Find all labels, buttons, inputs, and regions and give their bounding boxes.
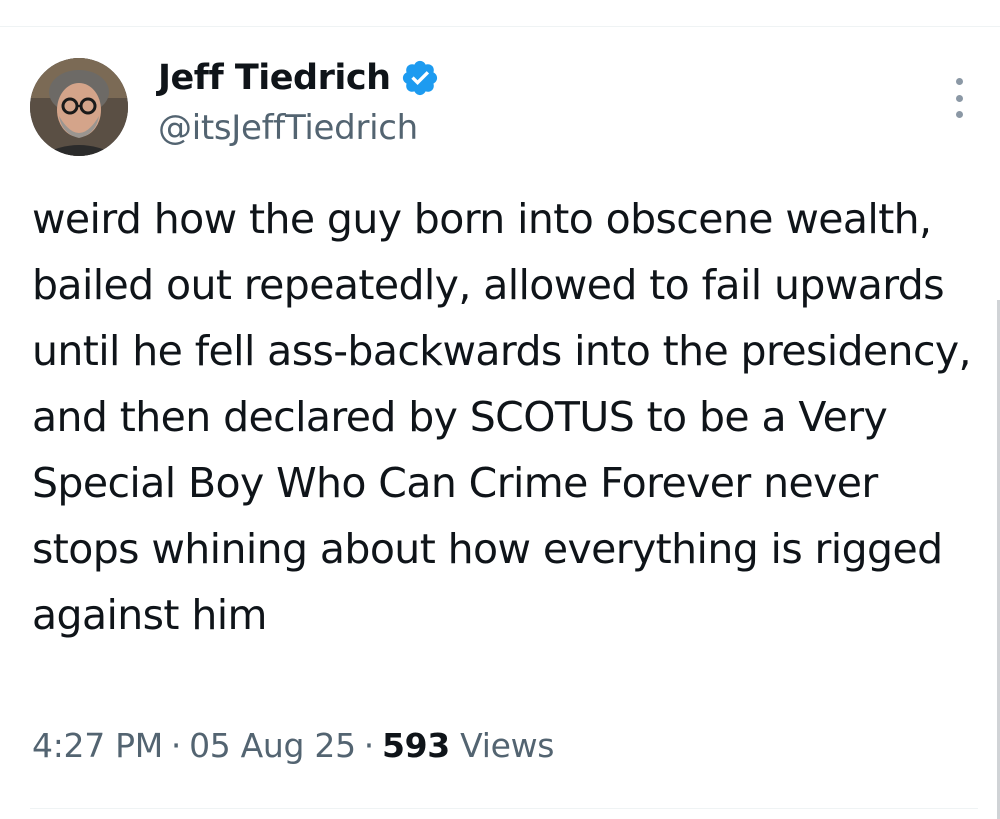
tweet-date[interactable]: 05 Aug 25: [189, 726, 356, 765]
meta-separator: ·: [170, 726, 182, 765]
verified-badge-icon[interactable]: [400, 58, 440, 98]
meta-separator: ·: [363, 726, 375, 765]
name-row: Jeff Tiedrich: [158, 54, 440, 102]
more-options-icon-dot: [955, 111, 963, 118]
bottom-divider: [30, 808, 978, 809]
top-divider: [0, 26, 1000, 27]
more-options-button[interactable]: [945, 78, 973, 118]
author-block: Jeff Tiedrich @itsJeffTiedrich: [158, 54, 440, 148]
handle[interactable]: @itsJeffTiedrich: [158, 108, 440, 148]
tweet-text: weird how the guy born into obscene weal…: [32, 195, 972, 639]
tweet-time[interactable]: 4:27 PM: [32, 726, 163, 765]
avatar[interactable]: [30, 58, 128, 156]
views-count[interactable]: 593: [382, 726, 450, 765]
more-options-icon: [955, 78, 963, 85]
display-name[interactable]: Jeff Tiedrich: [158, 58, 391, 98]
tweet-meta: 4:27 PM · 05 Aug 25 · 593 Views: [32, 726, 554, 765]
views-label[interactable]: Views: [460, 726, 554, 765]
avatar-image: [30, 58, 128, 156]
more-options-icon-dot: [955, 94, 963, 102]
